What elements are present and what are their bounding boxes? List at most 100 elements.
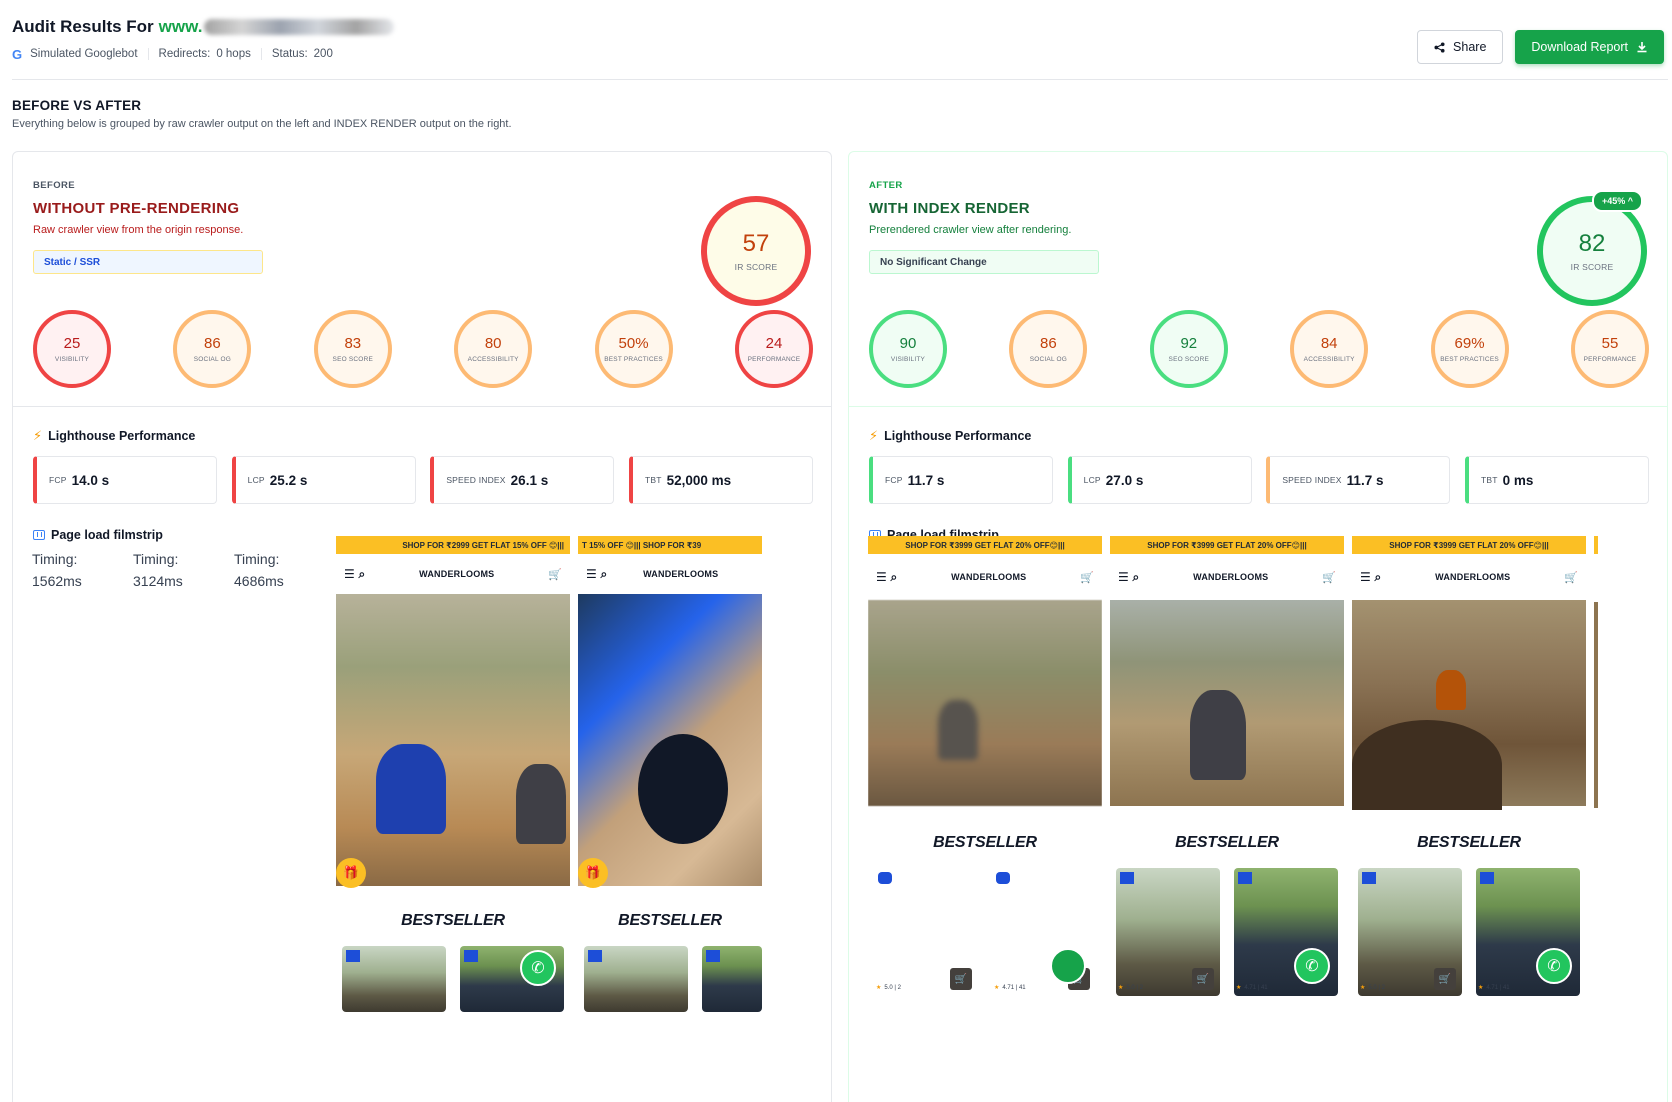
ir-score-value: 57 bbox=[742, 230, 770, 257]
dirt-spray-shape bbox=[1352, 720, 1502, 810]
score-label: BEST PRACTICES bbox=[604, 356, 663, 363]
brand-logo bbox=[878, 872, 892, 884]
score-value: 25 bbox=[63, 335, 81, 352]
filmstrip-frame: SHOP FOR ₹2999 GET FLAT 15% OFF 😊||| ☰ ⌕… bbox=[336, 536, 570, 1012]
google-icon: G bbox=[12, 46, 23, 62]
after-panel: AFTER WITH INDEX RENDER Prerendered craw… bbox=[848, 151, 1668, 1102]
brand-logo bbox=[588, 950, 602, 962]
metric-value: 27.0 s bbox=[1105, 472, 1144, 488]
rider-shape bbox=[1436, 670, 1466, 710]
redirects-value: 0 hops bbox=[216, 48, 251, 60]
site-logo: WANDERLOOMS bbox=[951, 572, 1027, 582]
filmstrip-title: Page load filmstrip bbox=[33, 528, 163, 542]
site-logo: WANDERLOOMS bbox=[643, 569, 719, 579]
lighthouse-metrics: FCP 11.7 s LCP 27.0 s SPEED INDEX 11.7 s TB… bbox=[869, 456, 1649, 504]
hero-image: 🎁 bbox=[336, 594, 570, 888]
score-value: 86 bbox=[1040, 335, 1057, 352]
lighthouse-metrics: FCP 14.0 s LCP 25.2 s SPEED INDEX 26.1 s TB… bbox=[33, 456, 813, 504]
gift-icon: 🎁 bbox=[336, 858, 366, 888]
hero-image bbox=[1352, 600, 1586, 810]
metric-key: FCP bbox=[49, 475, 67, 485]
star-icon: ★ bbox=[1360, 985, 1366, 991]
metric-lcp: LCP 27.0 s bbox=[1067, 456, 1252, 504]
metric-key: SPEED INDEX bbox=[446, 475, 506, 485]
metric-value: 11.7 s bbox=[1346, 472, 1384, 488]
panel-tag: BEFORE bbox=[33, 180, 75, 191]
product-rating: ★ 4.71 | 41 bbox=[1478, 984, 1510, 992]
score-label: BEST PRACTICES bbox=[1440, 356, 1499, 363]
wheel-shape bbox=[638, 734, 728, 844]
panel-tag: AFTER bbox=[869, 180, 903, 191]
product-card bbox=[702, 946, 762, 1012]
site-navbar: ☰ ⌕ WANDERLOOMS 🛒 bbox=[336, 554, 570, 594]
product-card bbox=[342, 946, 446, 1012]
score-best-practices: 50% BEST PRACTICES bbox=[594, 310, 673, 388]
filmstrip-frame: SHOP FOR ₹3999 GET FLAT 20% OFF😊||| ☰ ⌕ … bbox=[1352, 536, 1586, 1012]
score-accessibility: 80 ACCESSIBILITY bbox=[454, 310, 533, 388]
metric-value: 0 ms bbox=[1502, 472, 1534, 488]
brand-logo bbox=[1120, 872, 1134, 884]
brand-logo bbox=[1238, 872, 1252, 884]
hero-image bbox=[1110, 600, 1344, 806]
score-best-practices: 69% BEST PRACTICES bbox=[1430, 310, 1509, 388]
score-value: 69% bbox=[1454, 335, 1485, 352]
promo-banner: T 15% OFF 😊||| SHOP FOR ₹39 bbox=[578, 536, 762, 554]
metric-key: FCP bbox=[885, 475, 903, 485]
header-actions: Share Download Report bbox=[1417, 30, 1664, 64]
product-rating: ★ 5.0 | 2 bbox=[1118, 984, 1143, 992]
score-performance: 55 PERFORMANCE bbox=[1570, 310, 1649, 388]
score-label: SOCIAL OG bbox=[1029, 356, 1068, 363]
download-report-button[interactable]: Download Report bbox=[1515, 30, 1664, 64]
metric-value: 52,000 ms bbox=[666, 472, 732, 488]
metric-key: TBT bbox=[1480, 475, 1498, 485]
score-circles: 90 VISIBILITY 86 SOCIAL OG 92 SEO SCORE 84 A… bbox=[869, 310, 1649, 390]
share-icon bbox=[1434, 41, 1445, 53]
metric-fcp: FCP 14.0 s bbox=[33, 456, 217, 504]
score-value: 55 bbox=[1601, 335, 1619, 352]
product-rating: ★ 5.0 | 2 bbox=[876, 984, 901, 992]
status-value: 200 bbox=[313, 48, 333, 60]
cart-icon: 🛒 bbox=[1322, 571, 1336, 584]
site-navbar: ☰ ⌕ WANDERLOOMS 🛒 bbox=[1110, 554, 1344, 600]
score-value: 86 bbox=[204, 335, 221, 352]
download-label: Download Report bbox=[1531, 40, 1628, 54]
menu-search-icons: ☰ ⌕ bbox=[344, 566, 366, 581]
bestseller-heading: BESTSELLER bbox=[618, 912, 722, 929]
brand-logo bbox=[706, 950, 720, 962]
panel-divider bbox=[13, 406, 831, 407]
lighthouse-title: ⚡ Lighthouse Performance bbox=[869, 428, 1031, 444]
next-frame-edge bbox=[1594, 536, 1598, 554]
score-label: SEO SCORE bbox=[1168, 356, 1209, 363]
filmstrip-frame: SHOP FOR ₹3999 GET FLAT 20% OFF😊||| ☰ ⌕ … bbox=[1110, 536, 1344, 1012]
cart-icon: 🛒 bbox=[1080, 571, 1094, 584]
whatsapp-icon: ✆ bbox=[1536, 948, 1572, 984]
share-button[interactable]: Share bbox=[1417, 30, 1504, 64]
score-value: 83 bbox=[344, 335, 362, 352]
broken-image-timing: Timing: 3124ms bbox=[133, 551, 183, 589]
add-to-cart-icon: 🛒 bbox=[1434, 968, 1456, 990]
status-label: Status: bbox=[271, 48, 308, 60]
render-mode-chip: Static / SSR bbox=[33, 250, 263, 274]
star-icon: ★ bbox=[1236, 985, 1242, 991]
header-divider bbox=[12, 79, 1668, 80]
menu-search-icons: ☰ ⌕ bbox=[586, 566, 608, 581]
product-rating: ★ 4.71 | 41 bbox=[994, 984, 1026, 992]
before-panel: BEFORE WITHOUT PRE-RENDERING Raw crawler… bbox=[12, 151, 832, 1102]
ir-score-label: IR SCORE bbox=[1570, 262, 1614, 272]
gift-icon: 🎁 bbox=[578, 858, 608, 888]
title-prefix: Audit Results For bbox=[12, 17, 154, 36]
cart-icon: 🛒 bbox=[1564, 571, 1578, 584]
panel-subtitle: Prerendered crawler view after rendering… bbox=[869, 224, 1072, 236]
score-seo: 83 SEO SCORE bbox=[313, 310, 392, 388]
score-social-og: 86 SOCIAL OG bbox=[173, 310, 252, 388]
site-logo: WANDERLOOMS bbox=[1193, 572, 1269, 582]
download-icon bbox=[1637, 42, 1647, 53]
panel-subtitle: Raw crawler view from the origin respons… bbox=[33, 224, 244, 236]
add-to-cart-icon: 🛒 bbox=[1192, 968, 1214, 990]
broken-image-timing: Timing: 1562ms bbox=[32, 551, 82, 589]
rider-shape bbox=[938, 700, 978, 760]
metric-key: SPEED INDEX bbox=[1282, 475, 1342, 485]
score-value: 24 bbox=[765, 335, 783, 352]
menu-search-icons: ☰ ⌕ bbox=[1118, 569, 1140, 584]
score-circles: 25 VISIBILITY 86 SOCIAL OG 83 SEO SCORE 80 A… bbox=[33, 310, 813, 390]
